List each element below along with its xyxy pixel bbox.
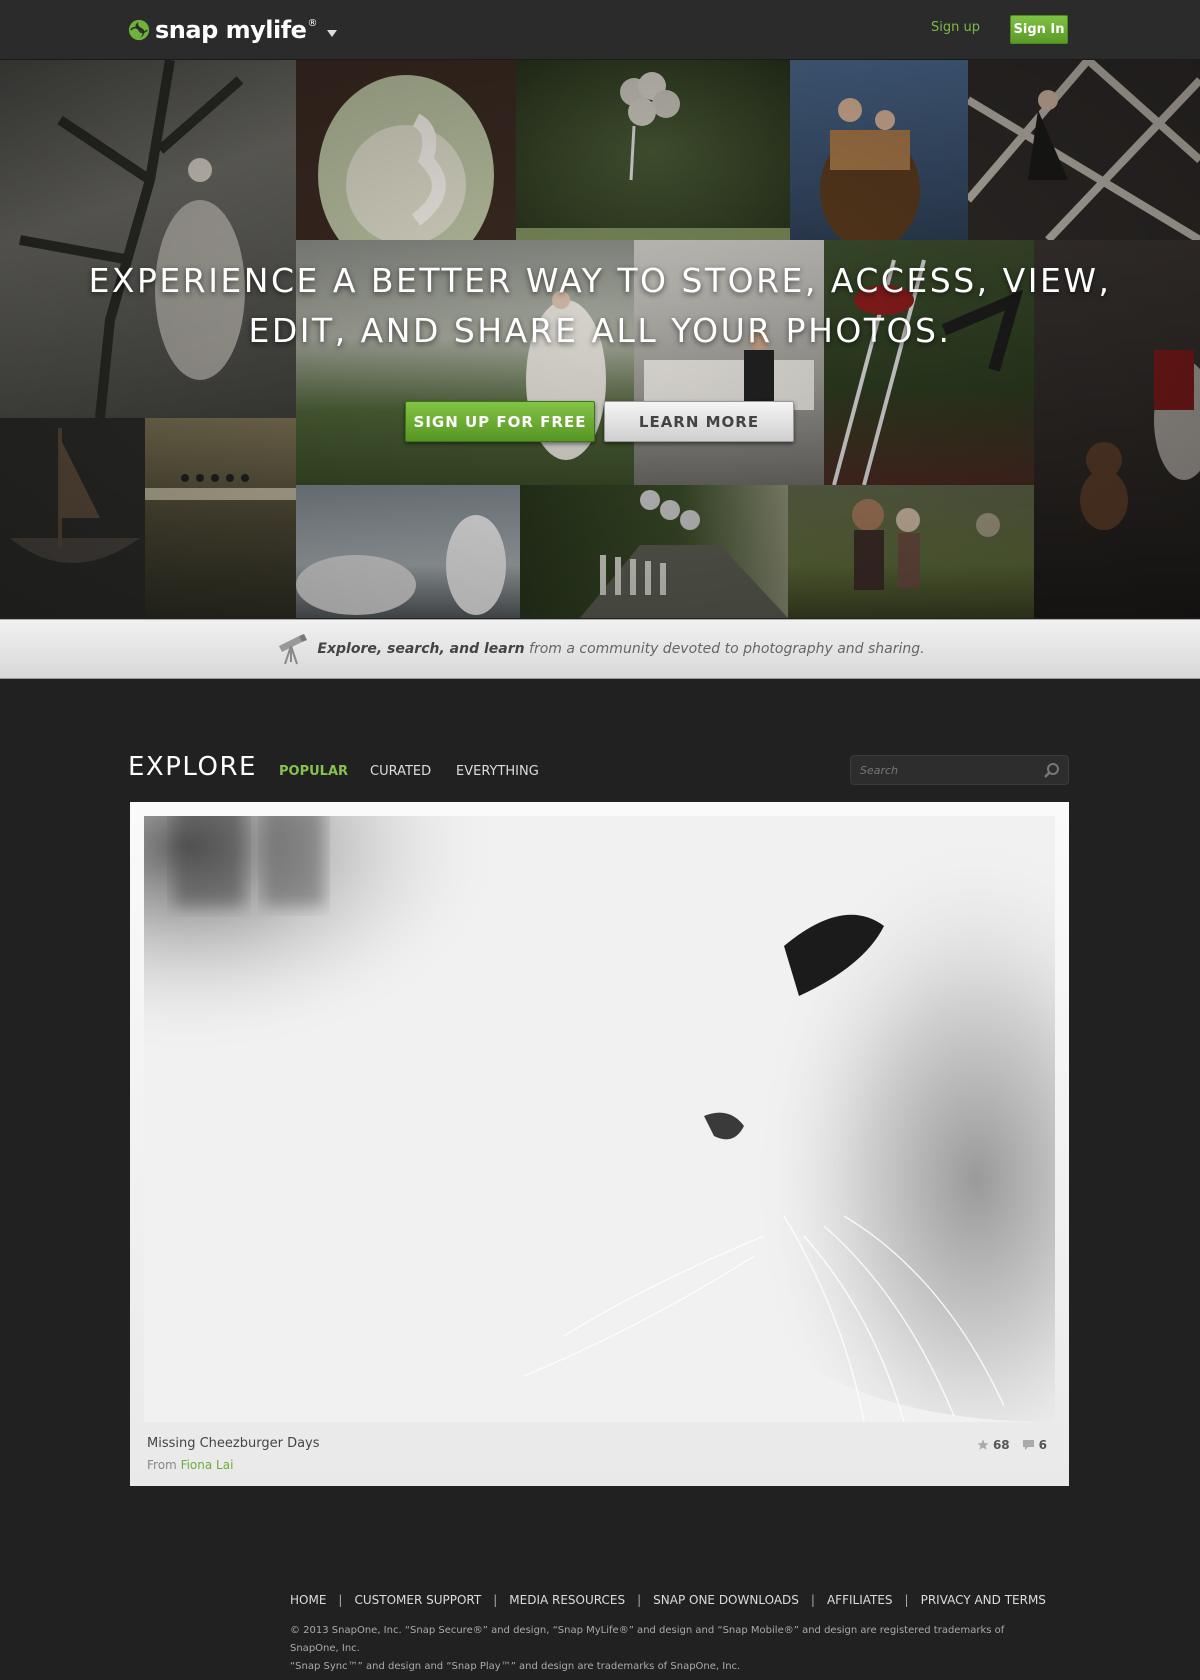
sign-in-button[interactable]: Sign In [1010, 15, 1068, 44]
hero-headline-line-2: EDIT, AND SHARE ALL YOUR PHOTOS. [248, 311, 952, 350]
footer-separator: | [810, 1593, 815, 1607]
learn-more-button[interactable]: LEARN MORE [604, 401, 794, 442]
search-input[interactable] [860, 761, 1030, 779]
sign-up-for-free-button[interactable]: SIGN UP FOR FREE [405, 401, 595, 442]
cat-image [144, 816, 1055, 1422]
comment-icon [1022, 1440, 1034, 1450]
search-box [850, 755, 1069, 785]
footer-link-snap-one-downloads[interactable]: SNAP ONE DOWNLOADS [653, 1593, 799, 1607]
footer-link-media-resources[interactable]: MEDIA RESOURCES [509, 1593, 625, 1607]
hero-headline: EXPERIENCE A BETTER WAY TO STORE, ACCESS… [0, 256, 1200, 356]
tab-everything[interactable]: EVERYTHING [456, 764, 539, 779]
tab-curated[interactable]: CURATED [370, 764, 431, 779]
featured-photo-card[interactable]: Missing Cheezburger Days From Fiona Lai … [130, 802, 1069, 1486]
explore-banner: Explore, search, and learn from a commun… [0, 619, 1200, 679]
footer-link-customer-support[interactable]: CUSTOMER SUPPORT [354, 1593, 481, 1607]
banner-rest-text: from a community devoted to photography … [524, 641, 925, 657]
registered-mark: ® [307, 18, 318, 29]
author-link[interactable]: Fiona Lai [181, 1458, 234, 1472]
footer-separator: | [904, 1593, 909, 1607]
footer-links: HOME | CUSTOMER SUPPORT | MEDIA RESOURCE… [290, 1593, 1046, 1607]
legal-line-1: © 2013 SnapOne, Inc. “Snap Secure®” and … [290, 1625, 1005, 1654]
legal-line-2: “Snap Sync™” and design and “Snap Play™”… [290, 1661, 741, 1672]
chevron-down-icon[interactable] [327, 29, 338, 37]
footer-link-home[interactable]: HOME [290, 1593, 326, 1607]
footer-separator: | [637, 1593, 642, 1607]
photo-author-line: From Fiona Lai [147, 1458, 233, 1472]
logo-text: snap mylife [155, 16, 307, 44]
telescope-icon [279, 634, 308, 665]
top-navigation-bar: snap mylife ® Sign up Sign In [0, 0, 1200, 60]
footer-link-affiliates[interactable]: AFFILIATES [827, 1593, 893, 1607]
from-label: From [147, 1458, 177, 1472]
stars-stat[interactable]: 68 [977, 1438, 1010, 1452]
footer-link-privacy-and-terms[interactable]: PRIVACY AND TERMS [921, 1593, 1046, 1607]
search-icon[interactable] [1042, 761, 1062, 781]
featured-photo-white-cat[interactable] [144, 816, 1055, 1422]
logo-swirl-icon [128, 19, 150, 41]
explore-heading: EXPLORE [128, 752, 257, 782]
star-icon [977, 1439, 989, 1450]
footer-separator: | [338, 1593, 343, 1607]
photo-title[interactable]: Missing Cheezburger Days [147, 1436, 320, 1451]
snapmylife-logo[interactable]: snap mylife ® [128, 14, 338, 46]
explore-banner-text: Explore, search, and learn from a commun… [317, 641, 924, 657]
comments-count: 6 [1038, 1438, 1047, 1452]
tab-popular[interactable]: POPULAR [279, 764, 348, 779]
comments-stat[interactable]: 6 [1022, 1438, 1047, 1452]
sign-up-link[interactable]: Sign up [931, 20, 980, 35]
stars-count: 68 [992, 1438, 1010, 1452]
banner-bold-text: Explore, search, and learn [317, 641, 525, 657]
footer-legal-text: © 2013 SnapOne, Inc. “Snap Secure®” and … [290, 1622, 1030, 1676]
photo-stats: 68 6 [965, 1438, 1047, 1452]
footer-separator: | [493, 1593, 498, 1607]
hero-section: EXPERIENCE A BETTER WAY TO STORE, ACCESS… [0, 60, 1200, 618]
hero-headline-line-1: EXPERIENCE A BETTER WAY TO STORE, ACCESS… [88, 261, 1112, 300]
